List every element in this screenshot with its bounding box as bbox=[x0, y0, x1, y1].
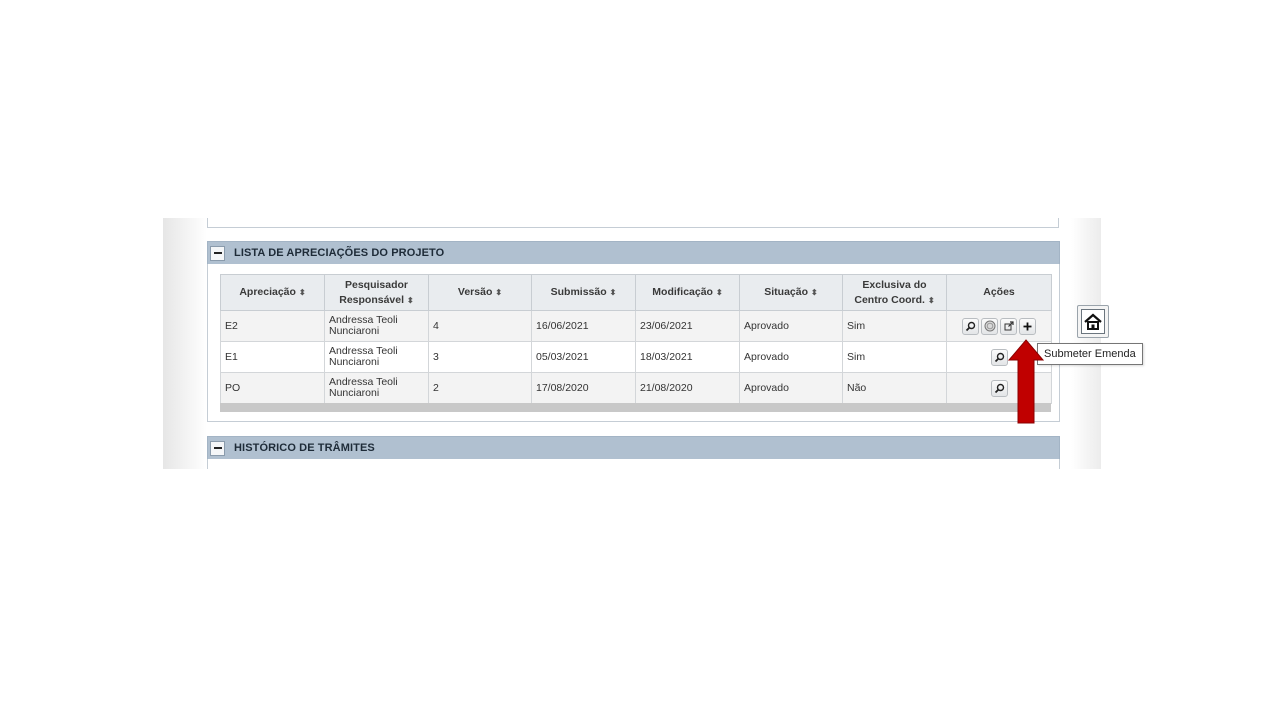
cell-submissao: 05/03/2021 bbox=[531, 341, 636, 373]
table-header-row: Apreciação ⬍ Pesquisador Responsável ⬍ Vers… bbox=[220, 274, 1052, 311]
cell-pesquisador: Andressa Teoli Nunciaroni bbox=[324, 310, 429, 342]
column-header-pesquisador[interactable]: Pesquisador Responsável ⬍ bbox=[324, 274, 429, 311]
panel-body-historico bbox=[207, 459, 1060, 469]
sort-icon: ⬍ bbox=[298, 288, 306, 297]
open-external-button[interactable] bbox=[1000, 317, 1017, 335]
panel-header-apreciacoes[interactable]: LISTA DE APRECIAÇÕES DO PROJETO bbox=[207, 241, 1060, 265]
previous-panel-bottom bbox=[207, 218, 1059, 228]
history-icon bbox=[984, 320, 995, 332]
apreciacoes-table: Apreciação ⬍ Pesquisador Responsável ⬍ Vers… bbox=[220, 274, 1052, 404]
cell-apreciacao: PO bbox=[220, 372, 325, 404]
panel-title-historico: HISTÓRICO DE TRÂMITES bbox=[234, 442, 375, 454]
home-icon bbox=[1084, 313, 1102, 330]
cell-versao: 2 bbox=[428, 372, 532, 404]
page-shadow-left bbox=[163, 218, 207, 469]
collapse-toggle-historico[interactable] bbox=[210, 440, 225, 456]
arrow-up-icon bbox=[1008, 339, 1044, 424]
cell-versao: 3 bbox=[428, 341, 532, 373]
column-header-exclusiva[interactable]: Exclusiva do Centro Coord. ⬍ bbox=[842, 274, 947, 311]
plus-icon bbox=[1023, 322, 1032, 330]
search-icon bbox=[994, 352, 1004, 362]
cell-exclusiva: Sim bbox=[842, 341, 947, 373]
cell-situacao: Aprovado bbox=[739, 341, 843, 373]
tooltip-submeter-emenda: Submeter Emenda bbox=[1037, 343, 1143, 365]
cell-acoes bbox=[946, 310, 1052, 342]
column-header-modificacao[interactable]: Modificação ⬍ bbox=[635, 274, 740, 311]
sort-icon: ⬍ bbox=[495, 288, 503, 297]
submit-amendment-button[interactable] bbox=[1019, 317, 1036, 335]
cell-apreciacao: E1 bbox=[220, 341, 325, 373]
column-header-versao[interactable]: Versão ⬍ bbox=[428, 274, 532, 311]
cell-modificacao: 18/03/2021 bbox=[635, 341, 740, 373]
cell-exclusiva: Não bbox=[842, 372, 947, 404]
home-button-frame bbox=[1081, 309, 1105, 334]
minus-icon bbox=[213, 252, 222, 254]
search-icon bbox=[965, 321, 976, 331]
cell-situacao: Aprovado bbox=[739, 310, 843, 342]
view-button[interactable] bbox=[962, 317, 979, 335]
cell-apreciacao: E2 bbox=[220, 310, 325, 342]
history-button[interactable] bbox=[981, 317, 998, 335]
view-button[interactable] bbox=[990, 348, 1008, 366]
cell-submissao: 16/06/2021 bbox=[531, 310, 636, 342]
cell-modificacao: 23/06/2021 bbox=[635, 310, 740, 342]
table-row: PO Andressa Teoli Nunciaroni 2 17/08/2020… bbox=[220, 372, 1052, 404]
cell-versao: 4 bbox=[428, 310, 532, 342]
table-row: E1 Andressa Teoli Nunciaroni 3 05/03/2021… bbox=[220, 341, 1052, 373]
cell-pesquisador: Andressa Teoli Nunciaroni bbox=[324, 372, 429, 404]
home-button[interactable] bbox=[1077, 305, 1109, 338]
sort-icon: ⬍ bbox=[609, 288, 617, 297]
search-icon bbox=[994, 383, 1004, 393]
panel-title-apreciacoes: LISTA DE APRECIAÇÕES DO PROJETO bbox=[234, 247, 445, 259]
cell-submissao: 17/08/2020 bbox=[531, 372, 636, 404]
sort-icon: ⬍ bbox=[407, 295, 414, 305]
cell-pesquisador: Andressa Teoli Nunciaroni bbox=[324, 341, 429, 373]
view-button[interactable] bbox=[990, 379, 1008, 397]
table-row: E2 Andressa Teoli Nunciaroni 4 16/06/2021… bbox=[220, 310, 1052, 342]
sort-icon: ⬍ bbox=[927, 295, 935, 305]
column-header-situacao[interactable]: Situação ⬍ bbox=[739, 274, 843, 311]
column-header-apreciacao[interactable]: Apreciação ⬍ bbox=[220, 274, 325, 311]
collapse-toggle-apreciacoes[interactable] bbox=[210, 245, 225, 261]
sort-icon: ⬍ bbox=[811, 288, 818, 297]
cell-situacao: Aprovado bbox=[739, 372, 843, 404]
table-footer-bar bbox=[220, 403, 1051, 412]
column-header-acoes: Ações bbox=[946, 274, 1052, 311]
external-link-icon bbox=[1004, 321, 1014, 331]
minus-icon bbox=[213, 447, 222, 449]
screenshot: LISTA DE APRECIAÇÕES DO PROJETO Apreciaç… bbox=[0, 0, 1280, 720]
panel-header-historico[interactable]: HISTÓRICO DE TRÂMITES bbox=[207, 436, 1060, 460]
column-header-submissao[interactable]: Submissão ⬍ bbox=[531, 274, 636, 311]
sort-icon: ⬍ bbox=[715, 288, 723, 297]
cell-exclusiva: Sim bbox=[842, 310, 947, 342]
cell-modificacao: 21/08/2020 bbox=[635, 372, 740, 404]
